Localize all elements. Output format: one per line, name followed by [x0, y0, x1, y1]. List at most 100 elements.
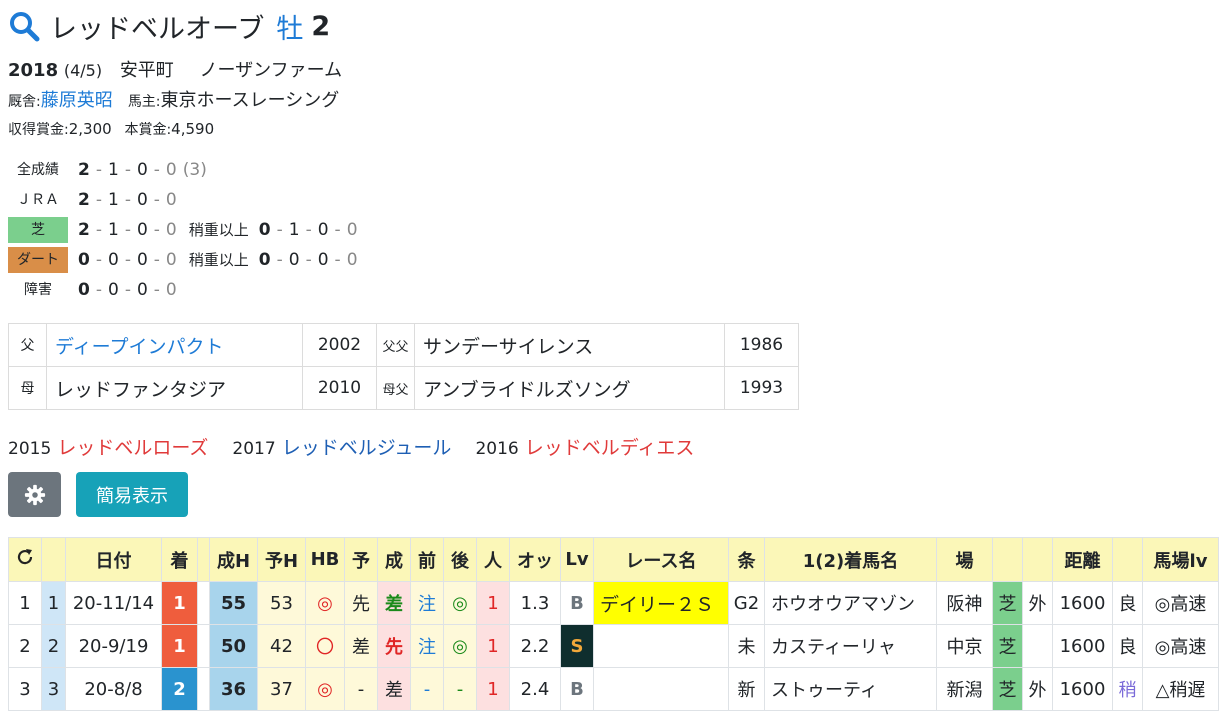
col-header[interactable]: Lv	[560, 537, 594, 582]
table-row[interactable]: 2 2 20-9/19 1 50 42 〇 差 先 注 ◎ 1 2.2 S 未 …	[8, 624, 1219, 668]
pred-h: 42	[257, 624, 306, 668]
table-row[interactable]: 1 1 20-11/14 1 55 53 ◎ 先 差 注 ◎ 1 1.3 B デ…	[8, 581, 1219, 625]
simple-view-button[interactable]: 簡易表示	[76, 472, 188, 517]
record-others: 0	[165, 219, 177, 240]
row-no2: 1	[41, 581, 66, 625]
race-date: 20-8/8	[65, 667, 162, 711]
record-seconds: 1	[107, 189, 119, 210]
col-header[interactable]: 場	[936, 537, 993, 582]
col-header[interactable]: オッ	[509, 537, 561, 582]
col-header[interactable]: 人	[476, 537, 510, 582]
sibling-year: 2016	[475, 439, 519, 459]
popularity: 1	[476, 581, 510, 625]
pred-h: 53	[257, 581, 306, 625]
sire-sire-name: サンデーサイレンス	[414, 323, 725, 367]
record-label: 障害	[24, 281, 52, 298]
row-no: 1	[8, 581, 42, 625]
col-header[interactable]: 成H	[209, 537, 258, 582]
record-turf: 芝 2- 1- 0- 0 稍重以上 0- 1- 0- 0	[8, 216, 364, 243]
heavy-others: 0	[346, 249, 358, 270]
record-wins: 2	[78, 159, 90, 180]
col-header[interactable]: 後	[443, 537, 477, 582]
sibling-link[interactable]: レッドベルジュール	[282, 437, 452, 459]
record-extra: (3)	[182, 159, 207, 180]
record-others: 0	[165, 189, 177, 210]
col-header[interactable]: 距離	[1052, 537, 1113, 582]
col-header[interactable]: 1(2)着馬名	[764, 537, 937, 582]
col-header	[1112, 537, 1143, 582]
record-label: 全成績	[17, 161, 59, 178]
finish-position: 2	[161, 667, 198, 711]
owner-label: 馬主:	[127, 94, 161, 110]
col-header	[1022, 537, 1053, 582]
col-header[interactable]: 予H	[257, 537, 306, 582]
trainer-link[interactable]: 藤原英昭	[41, 90, 113, 111]
col-header[interactable]: 前	[410, 537, 444, 582]
winner-name: ホウオウアマゾン	[764, 581, 937, 625]
spacer-cell	[197, 581, 210, 625]
venue: 中京	[936, 624, 993, 668]
table-row[interactable]: 3 3 20-8/8 2 36 37 ◎ - 差 - - 1 2.4 B 新 ス…	[8, 667, 1219, 711]
sire-link[interactable]: ディープインパクト	[55, 336, 224, 358]
dam-year: 2010	[302, 366, 377, 410]
race-date: 20-9/19	[65, 624, 162, 668]
going: 稍	[1112, 667, 1143, 711]
col-header	[41, 537, 66, 582]
col-header[interactable]: 馬場lv	[1142, 537, 1219, 582]
sibling-link[interactable]: レッドベルディエス	[525, 437, 695, 459]
record-wins: 0	[78, 249, 90, 270]
siblings-list: 2015 レッドベルローズ 2017 レッドベルジュール 2016 レッドベルデ…	[8, 433, 712, 460]
col-header[interactable]: 着	[161, 537, 198, 582]
search-icon[interactable]	[8, 10, 40, 42]
front-mark: -	[410, 667, 444, 711]
spacer-cell	[197, 624, 210, 668]
track-level: △稍遅	[1142, 667, 1219, 711]
odds: 2.2	[509, 624, 561, 668]
trainer-label: 厩舎:	[8, 94, 41, 110]
record-others: 0	[165, 279, 177, 300]
front-mark: 注	[410, 581, 444, 625]
venue: 新潟	[936, 667, 993, 711]
record-thirds: 0	[136, 279, 148, 300]
prize-label: 本賞金:	[124, 122, 172, 138]
race-class: G2	[728, 581, 765, 625]
col-header[interactable]: 条	[728, 537, 765, 582]
birth-year: 2018	[8, 60, 59, 81]
race-name[interactable]: デイリー２Ｓ	[593, 581, 729, 625]
col-header[interactable]: 予	[344, 537, 378, 582]
record-all: 全成績 2- 1- 0- 0 (3)	[8, 156, 213, 183]
col-header[interactable]: 成	[377, 537, 411, 582]
record-wins: 0	[78, 279, 90, 300]
birth-info: 2018 (4/5) 安平町 ノーザンファーム	[8, 56, 342, 82]
refresh-header[interactable]	[8, 537, 42, 582]
distance: 1600	[1052, 581, 1113, 625]
back-mark: ◎	[443, 581, 477, 625]
owner-name: 東京ホースレーシング	[160, 90, 340, 111]
turf-badge: 芝	[8, 216, 68, 243]
sibling-link[interactable]: レッドベルローズ	[57, 437, 208, 459]
dam-sire-name: アンブライドルズソング	[414, 366, 725, 410]
horse-title: レッドベルオーブ 牡 2	[8, 6, 330, 46]
prize-info: 収得賞金:2,300 本賞金:4,590	[8, 119, 214, 139]
refresh-icon[interactable]	[15, 547, 35, 567]
result-h: 36	[209, 667, 258, 711]
record-seconds: 1	[107, 159, 119, 180]
row-no: 3	[8, 667, 42, 711]
going: 良	[1112, 581, 1143, 625]
birth-date: (4/5)	[63, 61, 103, 80]
race-level: B	[560, 581, 594, 625]
settings-button[interactable]	[8, 472, 61, 517]
heavy-thirds: 0	[317, 219, 329, 240]
col-header[interactable]: HB	[305, 537, 345, 582]
earned-label: 収得賞金:	[8, 122, 69, 138]
race-name[interactable]	[593, 667, 729, 711]
surface: 芝	[992, 581, 1023, 625]
earned-value: 2,300	[68, 120, 112, 138]
race-name[interactable]	[593, 624, 729, 668]
col-header[interactable]: レース名	[593, 537, 729, 582]
race-table: 日付 着 成H 予H HB 予 成 前 後 人 オッ Lv レース名 条 1(2…	[8, 537, 1219, 711]
odds: 1.3	[509, 581, 561, 625]
record-thirds: 0	[136, 249, 148, 270]
col-header[interactable]: 日付	[65, 537, 162, 582]
record-wins: 2	[78, 189, 90, 210]
